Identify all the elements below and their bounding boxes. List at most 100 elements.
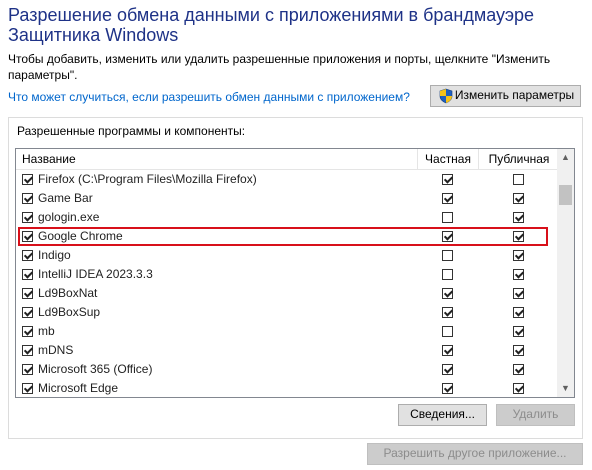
enabled-checkbox[interactable]: [22, 307, 33, 318]
list-item[interactable]: Google Chrome: [16, 227, 558, 246]
public-checkbox[interactable]: [513, 174, 524, 185]
uac-shield-icon: [439, 88, 453, 104]
page-title: Разрешение обмена данными с приложениями…: [8, 5, 535, 45]
public-checkbox[interactable]: [513, 326, 524, 337]
app-name: IntelliJ IDEA 2023.3.3: [38, 267, 153, 281]
private-checkbox-box: [442, 212, 453, 223]
app-name: mDNS: [38, 343, 74, 357]
public-checkbox-box: [513, 326, 524, 337]
list-rows: Firefox (C:\Program Files\Mozilla Firefo…: [16, 170, 558, 397]
column-header-private[interactable]: Частная: [417, 149, 478, 169]
enabled-checkbox-box: [22, 345, 33, 356]
details-button[interactable]: Сведения...: [398, 404, 487, 426]
private-checkbox[interactable]: [442, 174, 453, 185]
enabled-checkbox[interactable]: [22, 288, 33, 299]
private-checkbox[interactable]: [442, 345, 453, 356]
delete-button[interactable]: Удалить: [496, 404, 575, 426]
public-checkbox[interactable]: [513, 231, 524, 242]
public-checkbox[interactable]: [513, 193, 524, 204]
public-checkbox[interactable]: [513, 364, 524, 375]
private-checkbox-box: [442, 383, 453, 394]
change-settings-button[interactable]: Изменить параметры: [430, 85, 581, 107]
column-header-name[interactable]: Название: [22, 152, 76, 166]
private-checkbox[interactable]: [442, 231, 453, 242]
public-checkbox-box: [513, 269, 524, 280]
app-name: Firefox (C:\Program Files\Mozilla Firefo…: [38, 172, 257, 186]
chevron-up-icon[interactable]: ▲: [557, 149, 574, 166]
enabled-checkbox[interactable]: [22, 212, 33, 223]
public-checkbox-box: [513, 231, 524, 242]
private-checkbox-box: [442, 269, 453, 280]
list-item[interactable]: gologin.exe: [16, 208, 558, 227]
chevron-down-icon[interactable]: ▼: [557, 380, 574, 397]
private-checkbox-box: [442, 193, 453, 204]
page-description: Чтобы добавить, изменить или удалить раз…: [8, 52, 551, 82]
enabled-checkbox-box: [22, 231, 33, 242]
public-checkbox[interactable]: [513, 269, 524, 280]
app-name: Indigo: [38, 248, 71, 262]
private-checkbox[interactable]: [442, 250, 453, 261]
enabled-checkbox[interactable]: [22, 383, 33, 394]
enabled-checkbox-box: [22, 288, 33, 299]
app-name: Microsoft 365 (Office): [38, 362, 153, 376]
app-name: mb: [38, 324, 55, 338]
enabled-checkbox[interactable]: [22, 174, 33, 185]
public-checkbox[interactable]: [513, 250, 524, 261]
enabled-checkbox[interactable]: [22, 345, 33, 356]
private-checkbox-box: [442, 364, 453, 375]
public-checkbox-box: [513, 307, 524, 318]
scroll-thumb[interactable]: [559, 185, 572, 205]
allowed-apps-list[interactable]: Название Частная Публичная Firefox (C:\P…: [15, 148, 575, 398]
help-link[interactable]: Что может случиться, если разрешить обме…: [8, 90, 410, 104]
list-item[interactable]: mb: [16, 322, 558, 341]
public-checkbox[interactable]: [513, 345, 524, 356]
list-item[interactable]: mDNS: [16, 341, 558, 360]
list-item[interactable]: Ld9BoxNat: [16, 284, 558, 303]
enabled-checkbox[interactable]: [22, 231, 33, 242]
list-item[interactable]: Microsoft Edge: [16, 379, 558, 397]
public-checkbox[interactable]: [513, 307, 524, 318]
private-checkbox[interactable]: [442, 383, 453, 394]
public-checkbox[interactable]: [513, 212, 524, 223]
vertical-scrollbar[interactable]: ▲ ▼: [557, 149, 574, 397]
app-name: Microsoft Edge: [38, 381, 119, 395]
enabled-checkbox-box: [22, 383, 33, 394]
enabled-checkbox[interactable]: [22, 326, 33, 337]
public-checkbox-box: [513, 193, 524, 204]
enabled-checkbox[interactable]: [22, 193, 33, 204]
enabled-checkbox-box: [22, 326, 33, 337]
list-item[interactable]: Microsoft 365 (Office): [16, 360, 558, 379]
private-checkbox-box: [442, 326, 453, 337]
change-settings-label: Изменить параметры: [454, 88, 575, 102]
allow-other-app-button[interactable]: Разрешить другое приложение...: [367, 443, 583, 465]
enabled-checkbox-box: [22, 269, 33, 280]
private-checkbox[interactable]: [442, 364, 453, 375]
private-checkbox[interactable]: [442, 269, 453, 280]
public-checkbox[interactable]: [513, 288, 524, 299]
app-name: Google Chrome: [38, 229, 123, 243]
app-name: gologin.exe: [38, 210, 100, 224]
public-checkbox-box: [513, 212, 524, 223]
list-item[interactable]: IntelliJ IDEA 2023.3.3: [16, 265, 558, 284]
column-header-public[interactable]: Публичная: [478, 149, 559, 169]
list-item[interactable]: Game Bar: [16, 189, 558, 208]
private-checkbox-box: [442, 250, 453, 261]
private-checkbox-box: [442, 345, 453, 356]
private-checkbox[interactable]: [442, 326, 453, 337]
private-checkbox[interactable]: [442, 193, 453, 204]
list-item[interactable]: Indigo: [16, 246, 558, 265]
private-checkbox[interactable]: [442, 288, 453, 299]
list-item[interactable]: Ld9BoxSup: [16, 303, 558, 322]
public-checkbox[interactable]: [513, 383, 524, 394]
enabled-checkbox[interactable]: [22, 269, 33, 280]
enabled-checkbox-box: [22, 307, 33, 318]
list-item[interactable]: Firefox (C:\Program Files\Mozilla Firefo…: [16, 170, 558, 189]
public-checkbox-box: [513, 364, 524, 375]
enabled-checkbox[interactable]: [22, 250, 33, 261]
app-name: Ld9BoxNat: [38, 286, 98, 300]
enabled-checkbox[interactable]: [22, 364, 33, 375]
private-checkbox-box: [442, 307, 453, 318]
allowed-apps-label: Разрешенные программы и компоненты:: [17, 124, 246, 138]
private-checkbox[interactable]: [442, 307, 453, 318]
private-checkbox[interactable]: [442, 212, 453, 223]
